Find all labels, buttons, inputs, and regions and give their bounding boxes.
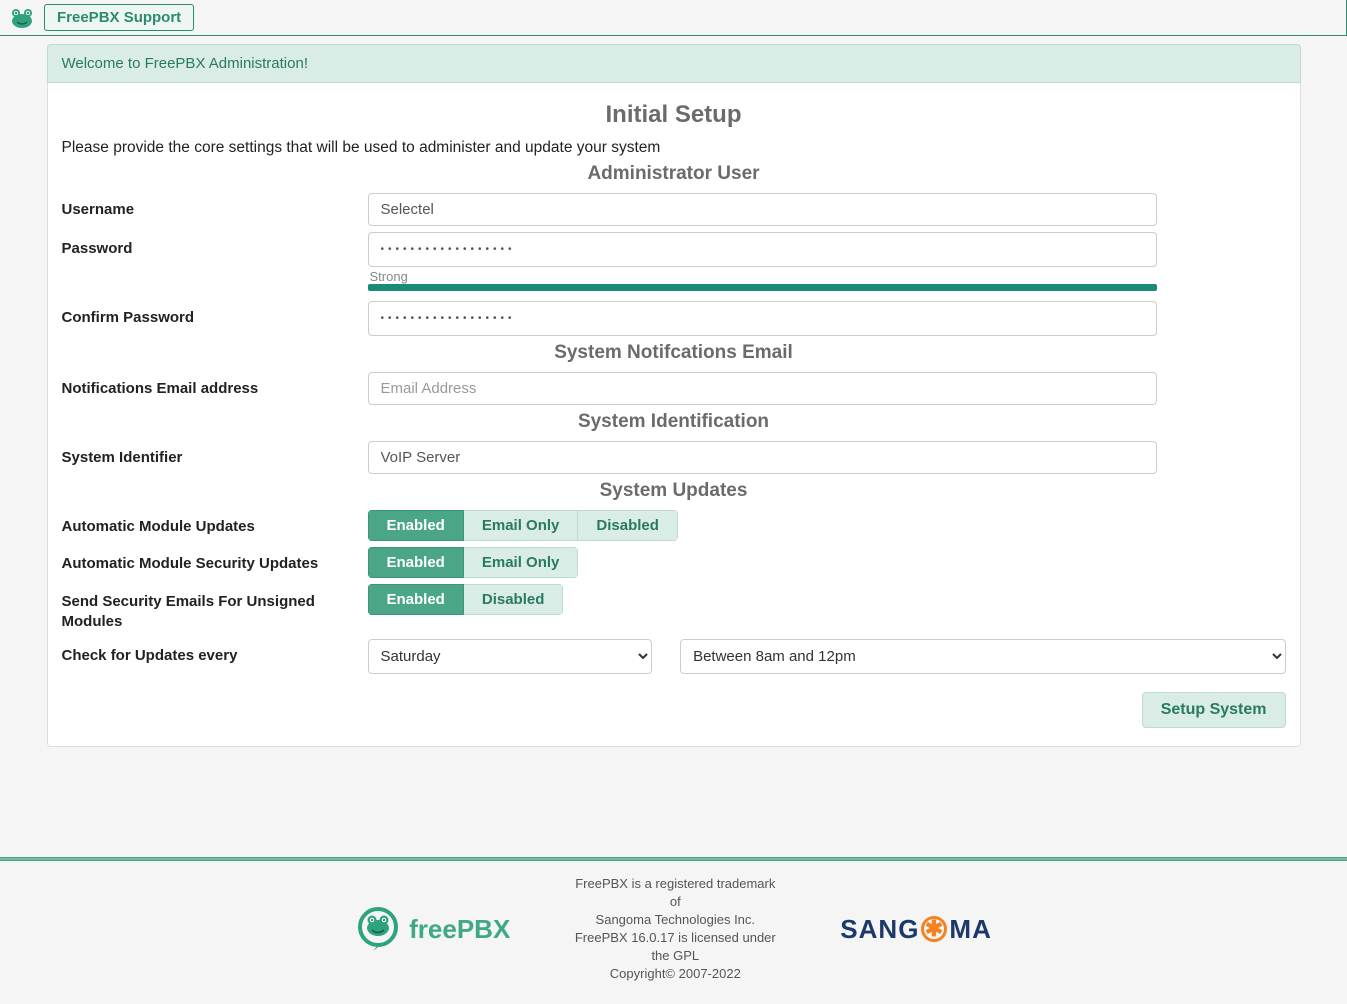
password-strength-bar <box>368 284 1157 291</box>
sangoma-asterisk-icon: ✱ <box>921 916 947 942</box>
footer-text: FreePBX is a registered trademark of San… <box>570 875 780 984</box>
freepbx-support-button[interactable]: FreePBX Support <box>44 4 194 31</box>
section-sys-updates: System Updates <box>62 480 1286 502</box>
username-label: Username <box>62 193 368 218</box>
auto-module-updates-group: Enabled Email Only Disabled <box>368 510 678 541</box>
auto-module-updates-label: Automatic Module Updates <box>62 510 368 535</box>
footer-line4: Copyright© 2007-2022 <box>570 965 780 983</box>
password-label: Password <box>62 232 368 257</box>
section-notif-email: System Notifcations Email <box>62 342 1286 364</box>
confirm-password-input[interactable] <box>368 301 1157 336</box>
freepbx-logo: freePBX <box>355 906 510 952</box>
sys-identifier-label: System Identifier <box>62 441 368 466</box>
send-sec-emails-label: Send Security Emails For Unsigned Module… <box>62 584 368 633</box>
intro-text: Please provide the core settings that wi… <box>62 139 1286 157</box>
welcome-banner: Welcome to FreePBX Administration! <box>47 44 1301 83</box>
password-input[interactable] <box>368 232 1157 267</box>
confirm-password-label: Confirm Password <box>62 301 368 326</box>
send-sec-emails-enabled[interactable]: Enabled <box>368 584 464 615</box>
footer-line1: FreePBX is a registered trademark of <box>570 875 780 911</box>
auto-module-updates-email-only[interactable]: Email Only <box>464 510 579 541</box>
username-input[interactable] <box>368 193 1157 226</box>
notif-email-label: Notifications Email address <box>62 372 368 397</box>
auto-module-updates-enabled[interactable]: Enabled <box>368 510 464 541</box>
check-updates-time-select[interactable]: Between 8am and 12pm <box>680 639 1285 674</box>
setup-system-button[interactable]: Setup System <box>1142 692 1286 728</box>
section-sys-ident: System Identification <box>62 411 1286 433</box>
send-sec-emails-group: Enabled Disabled <box>368 584 564 615</box>
page-title: Initial Setup <box>62 101 1286 129</box>
topbar: FreePBX Support <box>0 0 1347 36</box>
password-strength-label: Strong <box>370 269 1157 284</box>
auto-module-sec-updates-enabled[interactable]: Enabled <box>368 547 464 578</box>
footer-line2: Sangoma Technologies Inc. <box>570 911 780 929</box>
check-updates-day-select[interactable]: Saturday <box>368 639 653 674</box>
auto-module-sec-updates-group: Enabled Email Only <box>368 547 579 578</box>
section-admin-user: Administrator User <box>62 163 1286 185</box>
auto-module-sec-updates-label: Automatic Module Security Updates <box>62 547 368 572</box>
footer-line3: FreePBX 16.0.17 is licensed under the GP… <box>570 929 780 965</box>
auto-module-updates-disabled[interactable]: Disabled <box>578 510 678 541</box>
footer: freePBX FreePBX is a registered trademar… <box>0 861 1347 1004</box>
freepbx-logo-text: freePBX <box>409 914 510 945</box>
sangoma-logo: SANG ✱ MA <box>840 914 992 945</box>
sangoma-post: MA <box>949 914 991 945</box>
setup-panel: Initial Setup Please provide the core se… <box>47 83 1301 747</box>
sys-identifier-input[interactable] <box>368 441 1157 474</box>
notif-email-input[interactable] <box>368 372 1157 405</box>
check-updates-every-label: Check for Updates every <box>62 639 368 664</box>
auto-module-sec-updates-email-only[interactable]: Email Only <box>464 547 579 578</box>
frog-icon <box>8 7 36 29</box>
send-sec-emails-disabled[interactable]: Disabled <box>464 584 564 615</box>
sangoma-pre: SANG <box>840 914 919 945</box>
